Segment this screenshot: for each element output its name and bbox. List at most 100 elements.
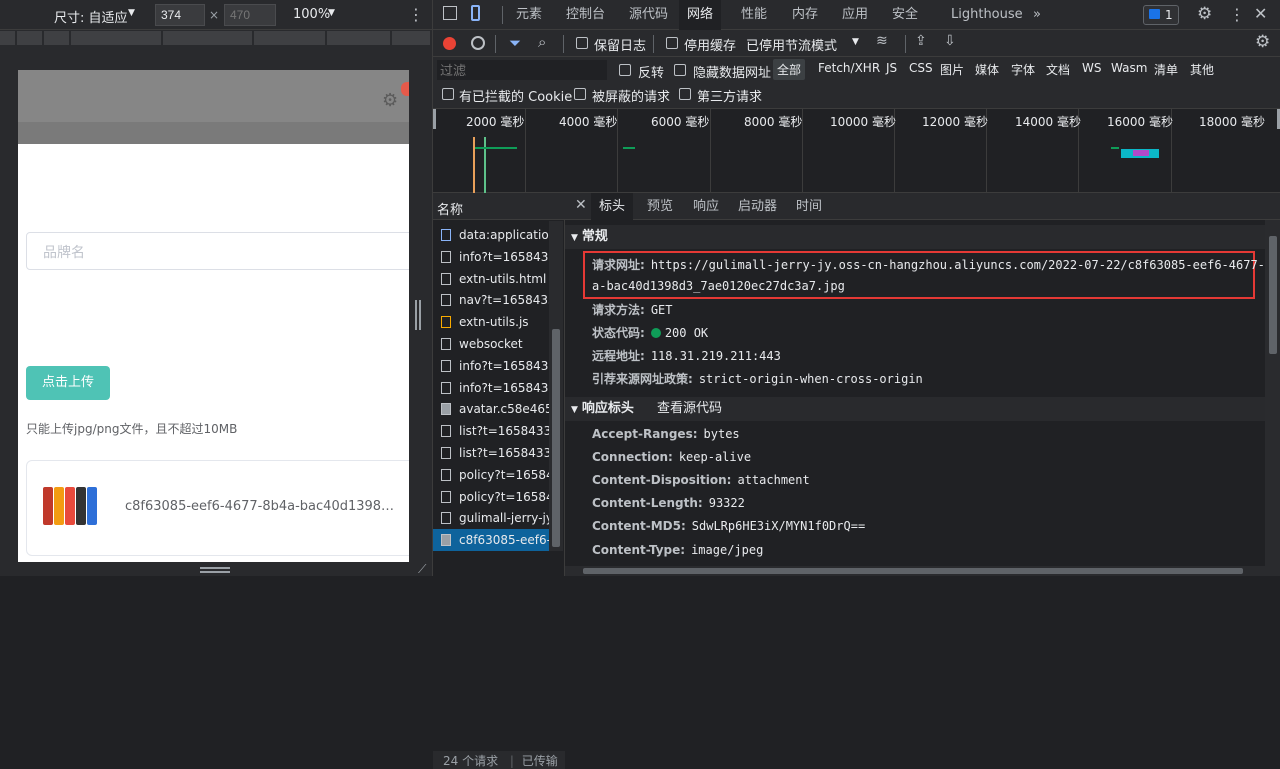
request-row[interactable]: websocket (433, 333, 549, 355)
upload-button[interactable]: 点击上传 (26, 366, 110, 400)
gear-icon[interactable]: ⚙ (382, 90, 398, 111)
close-details-icon[interactable]: ✕ (575, 197, 587, 213)
request-url-value: https://gulimall-jerry-jy.oss-cn-hangzho… (650, 258, 1280, 272)
disable-cache-label: 停用缓存 (684, 39, 737, 54)
tab-network[interactable]: 网络 (679, 0, 722, 30)
request-name: gulimall-jerry-jy (459, 511, 549, 526)
details-horizontal-scrollbar[interactable] (565, 566, 1265, 576)
view-source-link[interactable]: 查看源代码 (657, 397, 722, 421)
request-url-row-continued: a-bac40d1398d3_7ae0120ec27dc3a7.jpg (592, 279, 845, 293)
request-row[interactable]: policy?t=16584 (433, 464, 549, 486)
zoom-select[interactable]: 100% (293, 7, 330, 22)
type-filter-fetch-xhr[interactable]: Fetch/XHR (818, 61, 880, 75)
issues-button[interactable]: 1 (1143, 5, 1179, 25)
more-options-icon[interactable]: ⋮ (1229, 5, 1245, 24)
tab-application[interactable]: 应用 (842, 0, 868, 30)
type-filter-wasm[interactable]: Wasm (1111, 61, 1147, 75)
filter-icon[interactable]: ⏷ (509, 34, 521, 52)
request-bar (475, 147, 517, 149)
tab-response[interactable]: 响应 (693, 193, 719, 220)
tab-performance[interactable]: 性能 (741, 0, 767, 30)
preserve-log-checkbox[interactable] (576, 37, 588, 49)
type-filter-media[interactable]: 媒体 (975, 61, 999, 78)
file-name[interactable]: c8f63085-eef6-4677-8b4a-bac40d1398… (125, 499, 394, 514)
request-row[interactable]: nav?t=1658433 (433, 289, 549, 311)
request-row[interactable]: extn-utils.html (433, 268, 549, 290)
tab-lighthouse[interactable]: Lighthouse (951, 0, 1023, 30)
third-party-checkbox[interactable] (679, 88, 691, 100)
throttling-select[interactable]: 已停用节流模式 (746, 35, 837, 54)
hide-data-urls-checkbox[interactable] (674, 64, 686, 76)
invert-checkbox[interactable] (619, 64, 631, 76)
type-filter-doc[interactable]: 文档 (1046, 61, 1070, 78)
tab-elements[interactable]: 元素 (516, 0, 542, 30)
request-row[interactable]: info?t=1658433 (433, 355, 549, 377)
general-section-header[interactable]: ▼ 常规 (565, 225, 1265, 249)
device-toolbar-icon[interactable] (471, 5, 480, 21)
resize-handle-right[interactable] (415, 300, 421, 330)
disable-cache-checkbox[interactable] (666, 37, 678, 49)
request-row[interactable]: data:application (433, 224, 549, 246)
request-row[interactable]: gulimall-jerry-jy (433, 507, 549, 529)
timeline-tick: 8000 毫秒 (744, 115, 803, 129)
network-conditions-icon[interactable]: ≋ (876, 33, 888, 49)
request-name: info?t=1658433 (459, 249, 549, 264)
request-row[interactable]: extn-utils.js (433, 311, 549, 333)
request-row[interactable]: c8f63085-eef6-4 (433, 529, 549, 552)
request-row[interactable]: info?t=1658433 (433, 377, 549, 399)
request-row[interactable]: info?t=1658433 (433, 246, 549, 268)
tab-memory[interactable]: 内存 (792, 0, 818, 30)
blocked-cookies-checkbox[interactable] (442, 88, 454, 100)
tab-headers[interactable]: 标头 (591, 193, 634, 220)
media-query-bar[interactable] (0, 31, 433, 45)
header-value: 93322 (708, 496, 745, 511)
record-icon[interactable] (443, 37, 456, 50)
device-width-input[interactable] (155, 4, 205, 26)
inspect-element-icon[interactable] (443, 6, 457, 20)
type-filter-js[interactable]: JS (886, 61, 897, 75)
resize-corner-icon[interactable]: ⟋ (418, 562, 426, 577)
timeline-handle-left[interactable] (433, 109, 436, 129)
type-filter-ws[interactable]: WS (1082, 61, 1101, 75)
type-filter-css[interactable]: CSS (909, 61, 933, 75)
type-filter-other[interactable]: 其他 (1190, 61, 1214, 78)
type-filter-img[interactable]: 图片 (940, 61, 964, 78)
request-row[interactable]: policy?t=16584 (433, 486, 549, 508)
resize-handle-bottom[interactable] (200, 567, 230, 573)
request-list-scrollbar[interactable] (549, 221, 563, 551)
search-icon[interactable]: ⌕ (538, 33, 546, 51)
filter-input[interactable] (437, 60, 607, 80)
tab-initiator[interactable]: 启动器 (738, 193, 777, 220)
network-settings-icon[interactable]: ⚙ (1255, 32, 1270, 52)
response-headers-section-header[interactable]: ▼ 响应标头 查看源代码 (565, 397, 1265, 421)
blocked-cookies-label: 有已拦截的 Cookie (459, 90, 573, 105)
tab-timing[interactable]: 时间 (796, 193, 822, 220)
name-column-header[interactable]: 名称 (433, 193, 565, 220)
type-filter-manifest[interactable]: 清单 (1154, 61, 1178, 78)
details-vertical-scrollbar[interactable] (1265, 220, 1280, 576)
tab-console[interactable]: 控制台 (566, 0, 605, 30)
invert-label: 反转 (638, 66, 665, 81)
type-filter-font[interactable]: 字体 (1011, 61, 1035, 78)
tab-sources[interactable]: 源代码 (629, 0, 668, 30)
request-row[interactable]: list?t=1658433 (433, 420, 549, 442)
close-icon[interactable]: ✕ (1254, 4, 1267, 23)
tab-preview[interactable]: 预览 (647, 193, 673, 220)
device-height-input[interactable] (224, 4, 276, 26)
request-row[interactable]: list?t=1658433 (433, 442, 549, 464)
device-size-select[interactable]: 尺寸: 自适应 (54, 7, 128, 26)
more-options-icon[interactable]: ⋮ (408, 5, 424, 24)
brand-name-input[interactable]: 品牌名 (26, 232, 409, 270)
blocked-requests-checkbox[interactable] (574, 88, 586, 100)
export-har-icon[interactable]: ⇩ (944, 33, 956, 49)
import-har-icon[interactable]: ⇪ (915, 33, 927, 49)
clear-icon[interactable] (471, 36, 485, 50)
type-filter-all[interactable]: 全部 (773, 59, 806, 80)
referrer-policy-value: strict-origin-when-cross-origin (698, 372, 923, 386)
header-key: Accept-Ranges: (592, 427, 698, 441)
more-tabs-icon[interactable]: » (1033, 0, 1041, 30)
tab-security[interactable]: 安全 (892, 0, 918, 30)
request-row[interactable]: avatar.c58e465 (433, 398, 549, 420)
network-overview-timeline[interactable]: 2000 毫秒 4000 毫秒 6000 毫秒 8000 毫秒 10000 毫秒… (433, 109, 1280, 193)
settings-gear-icon[interactable]: ⚙ (1197, 4, 1212, 24)
